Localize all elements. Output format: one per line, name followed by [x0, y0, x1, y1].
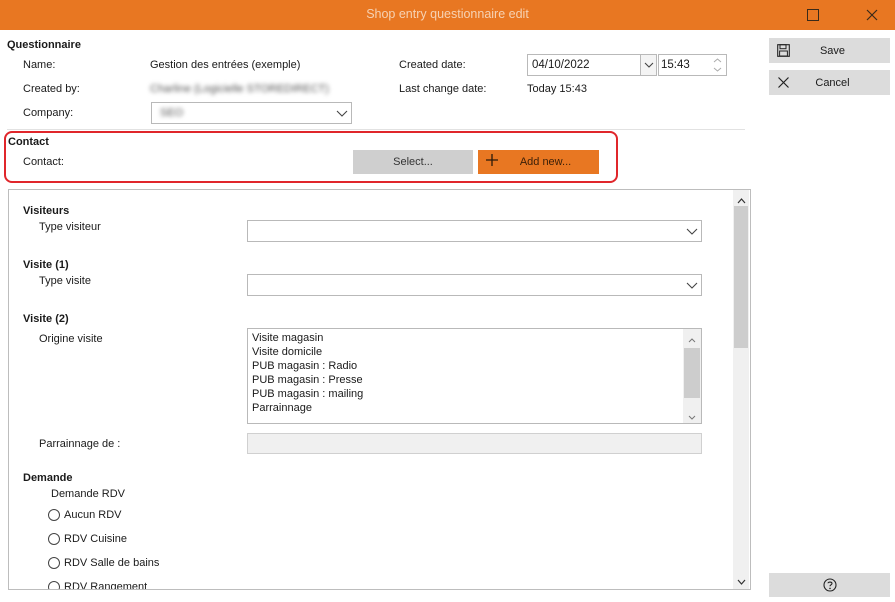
radio-label: RDV Rangement [64, 581, 148, 589]
radio-rdv-cuisine[interactable]: RDV Cuisine [48, 533, 127, 545]
name-label: Name: [23, 59, 56, 71]
close-window-button[interactable] [849, 0, 895, 30]
add-new-contact-button[interactable]: Add new... [478, 150, 599, 174]
list-item[interactable]: PUB magasin : mailing [252, 387, 363, 401]
radio-circle [48, 581, 60, 589]
floppy-disk-icon [771, 44, 795, 57]
company-dropdown[interactable]: SEO [151, 102, 352, 124]
form-scrollbar[interactable] [733, 190, 749, 589]
scroll-down-icon[interactable] [737, 576, 746, 588]
close-icon [771, 77, 795, 88]
help-icon [822, 578, 837, 592]
listbox-scrollbar[interactable] [683, 329, 701, 423]
radio-rdv-salle-de-bains[interactable]: RDV Salle de bains [48, 557, 159, 569]
contact-section-title: Contact [8, 136, 49, 148]
listbox-scroll-thumb[interactable] [684, 348, 700, 398]
save-label: Save [819, 44, 846, 57]
radio-rdv-rangement[interactable]: RDV Rangement [48, 581, 147, 589]
last-change-value: Today 15:43 [527, 83, 587, 95]
created-by-label: Created by: [23, 83, 80, 95]
cancel-label: Cancel [815, 76, 850, 89]
maximize-button[interactable] [790, 0, 836, 30]
close-icon [866, 9, 878, 21]
created-time-field[interactable]: 15:43 [658, 54, 727, 76]
maximize-icon [807, 9, 819, 21]
parrainnage-label: Parrainnage de : [39, 438, 121, 450]
type-visiteur-label: Type visiteur [39, 221, 101, 233]
window-title: Shop entry questionnaire edit [366, 7, 529, 21]
name-value: Gestion des entrées (exemple) [150, 59, 301, 71]
parrainnage-field[interactable] [247, 433, 702, 454]
company-label: Company: [23, 107, 74, 119]
demande-rdv-label: Demande RDV [51, 488, 125, 500]
time-spinner-icon[interactable] [713, 57, 722, 76]
demande-title: Demande [23, 472, 73, 484]
radio-label: Aucun RDV [64, 509, 122, 521]
contact-label: Contact: [23, 156, 64, 168]
company-value: SEO [160, 107, 184, 119]
list-item[interactable]: Visite domicile [252, 345, 322, 359]
radio-label: RDV Cuisine [64, 533, 127, 545]
scroll-thumb[interactable] [734, 206, 748, 348]
type-visite-dropdown[interactable] [247, 274, 702, 296]
chevron-down-icon [683, 275, 701, 295]
save-button[interactable]: Save [769, 38, 890, 63]
created-by-value: Charline (Logicielle STOREDIRECT) [150, 83, 329, 95]
radio-circle [48, 509, 60, 521]
title-bar: Shop entry questionnaire edit [0, 0, 895, 30]
plus-icon [486, 154, 498, 169]
scroll-up-icon[interactable] [688, 334, 696, 346]
radio-label: RDV Salle de bains [64, 557, 160, 569]
add-new-label: Add new... [519, 156, 572, 168]
created-date-field[interactable]: 04/10/2022 [527, 54, 657, 76]
list-item[interactable]: Parrainnage [252, 401, 312, 415]
created-date-label: Created date: [399, 59, 466, 71]
list-item[interactable]: PUB magasin : Presse [252, 373, 363, 387]
clipped-row: RDV Rangement [9, 578, 731, 589]
type-visiteur-dropdown[interactable] [247, 220, 702, 242]
visite1-title: Visite (1) [23, 259, 69, 271]
cancel-button[interactable]: Cancel [769, 70, 890, 95]
list-item[interactable]: PUB magasin : Radio [252, 359, 357, 373]
help-button[interactable] [769, 573, 890, 597]
origine-visite-listbox[interactable]: Visite magasin Visite domicile PUB magas… [247, 328, 702, 424]
questionnaire-section-title: Questionnaire [7, 39, 81, 51]
created-time-value: 15:43 [661, 59, 690, 71]
visiteurs-title: Visiteurs [23, 205, 70, 217]
chevron-down-icon [683, 221, 701, 241]
scroll-down-icon[interactable] [688, 411, 696, 423]
select-contact-button[interactable]: Select... [353, 150, 473, 174]
type-visite-label: Type visite [39, 275, 91, 287]
visite2-title: Visite (2) [23, 313, 69, 325]
divider [7, 129, 745, 130]
chevron-down-icon [333, 103, 351, 123]
last-change-label: Last change date: [399, 83, 487, 95]
created-date-value: 04/10/2022 [532, 59, 590, 71]
radio-aucun-rdv[interactable]: Aucun RDV [48, 509, 121, 521]
radio-circle [48, 533, 60, 545]
date-dropdown-icon[interactable] [640, 55, 656, 75]
origine-visite-label: Origine visite [39, 333, 103, 345]
radio-circle [48, 557, 60, 569]
list-item[interactable]: Visite magasin [252, 331, 323, 345]
